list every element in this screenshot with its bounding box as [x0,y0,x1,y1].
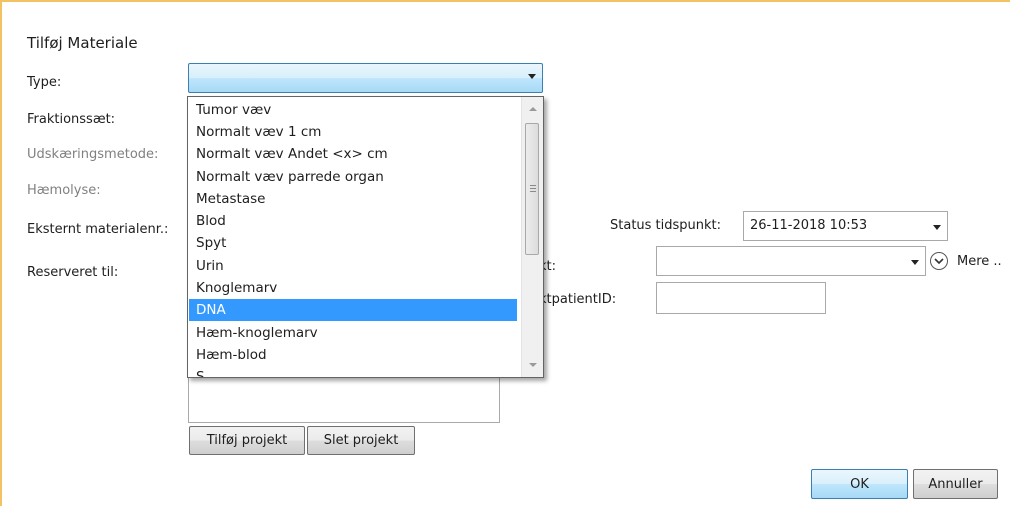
type-dropdown-list[interactable]: Tumor væv Normalt væv 1 cm Normalt væv A… [187,96,544,378]
type-option[interactable]: Metastase [189,188,517,210]
cutting-method-label: Udskæringsmetode: [27,147,159,162]
hemolysis-label: Hæmolyse: [27,183,101,198]
chevron-down-icon[interactable] [528,74,536,79]
dialog-title: Tilføj Materiale [27,34,138,52]
type-option[interactable]: Normalt væv 1 cm [189,121,517,143]
type-option[interactable]: Normalt væv parrede organ [189,166,517,188]
type-option-selected[interactable]: DNA [189,299,517,321]
cancel-button[interactable]: Annuller [913,469,998,499]
type-option[interactable]: Spyt [189,232,517,254]
type-option[interactable]: Normalt væv Andet <x> cm [189,143,517,165]
scroll-up-icon[interactable] [529,107,537,111]
chevron-down-icon[interactable] [933,225,941,230]
type-label: Type: [27,75,62,90]
type-option[interactable]: S [189,366,517,377]
more-link[interactable]: Mere .. [957,254,1002,269]
chevron-down-icon[interactable] [911,260,919,265]
type-option[interactable]: Hæm-blod [189,344,517,366]
type-option[interactable]: Tumor væv [189,99,517,121]
expand-more-icon[interactable] [930,252,948,270]
ok-button[interactable]: OK [811,469,908,499]
external-material-no-label: Eksternt materialenr.: [27,222,169,237]
type-option[interactable]: Knoglemarv [189,277,517,299]
scroll-down-icon[interactable] [529,363,537,367]
reserved-for-label: Reserveret til: [27,265,119,280]
window-top-border [0,0,1010,2]
scrollbar-thumb[interactable] [525,123,539,255]
dropdown-scrollbar[interactable] [521,97,543,377]
delete-project-button[interactable]: Slet projekt [307,426,415,455]
status-timestamp-label: Status tidspunkt: [610,218,722,233]
fraction-set-label: Fraktionssæt: [27,112,116,127]
type-option[interactable]: Blod [189,210,517,232]
type-option[interactable]: Urin [189,255,517,277]
window-left-border [0,0,2,506]
type-select[interactable] [188,63,543,93]
type-option[interactable]: Hæm-knoglemarv [189,322,517,344]
add-project-button[interactable]: Tilføj projekt [189,426,305,455]
status-timestamp-select[interactable]: 26-11-2018 10:53 [743,211,948,241]
project-patient-id-input[interactable] [656,282,826,314]
status-timestamp-value: 26-11-2018 10:53 [750,218,868,233]
project-select[interactable] [656,246,926,276]
